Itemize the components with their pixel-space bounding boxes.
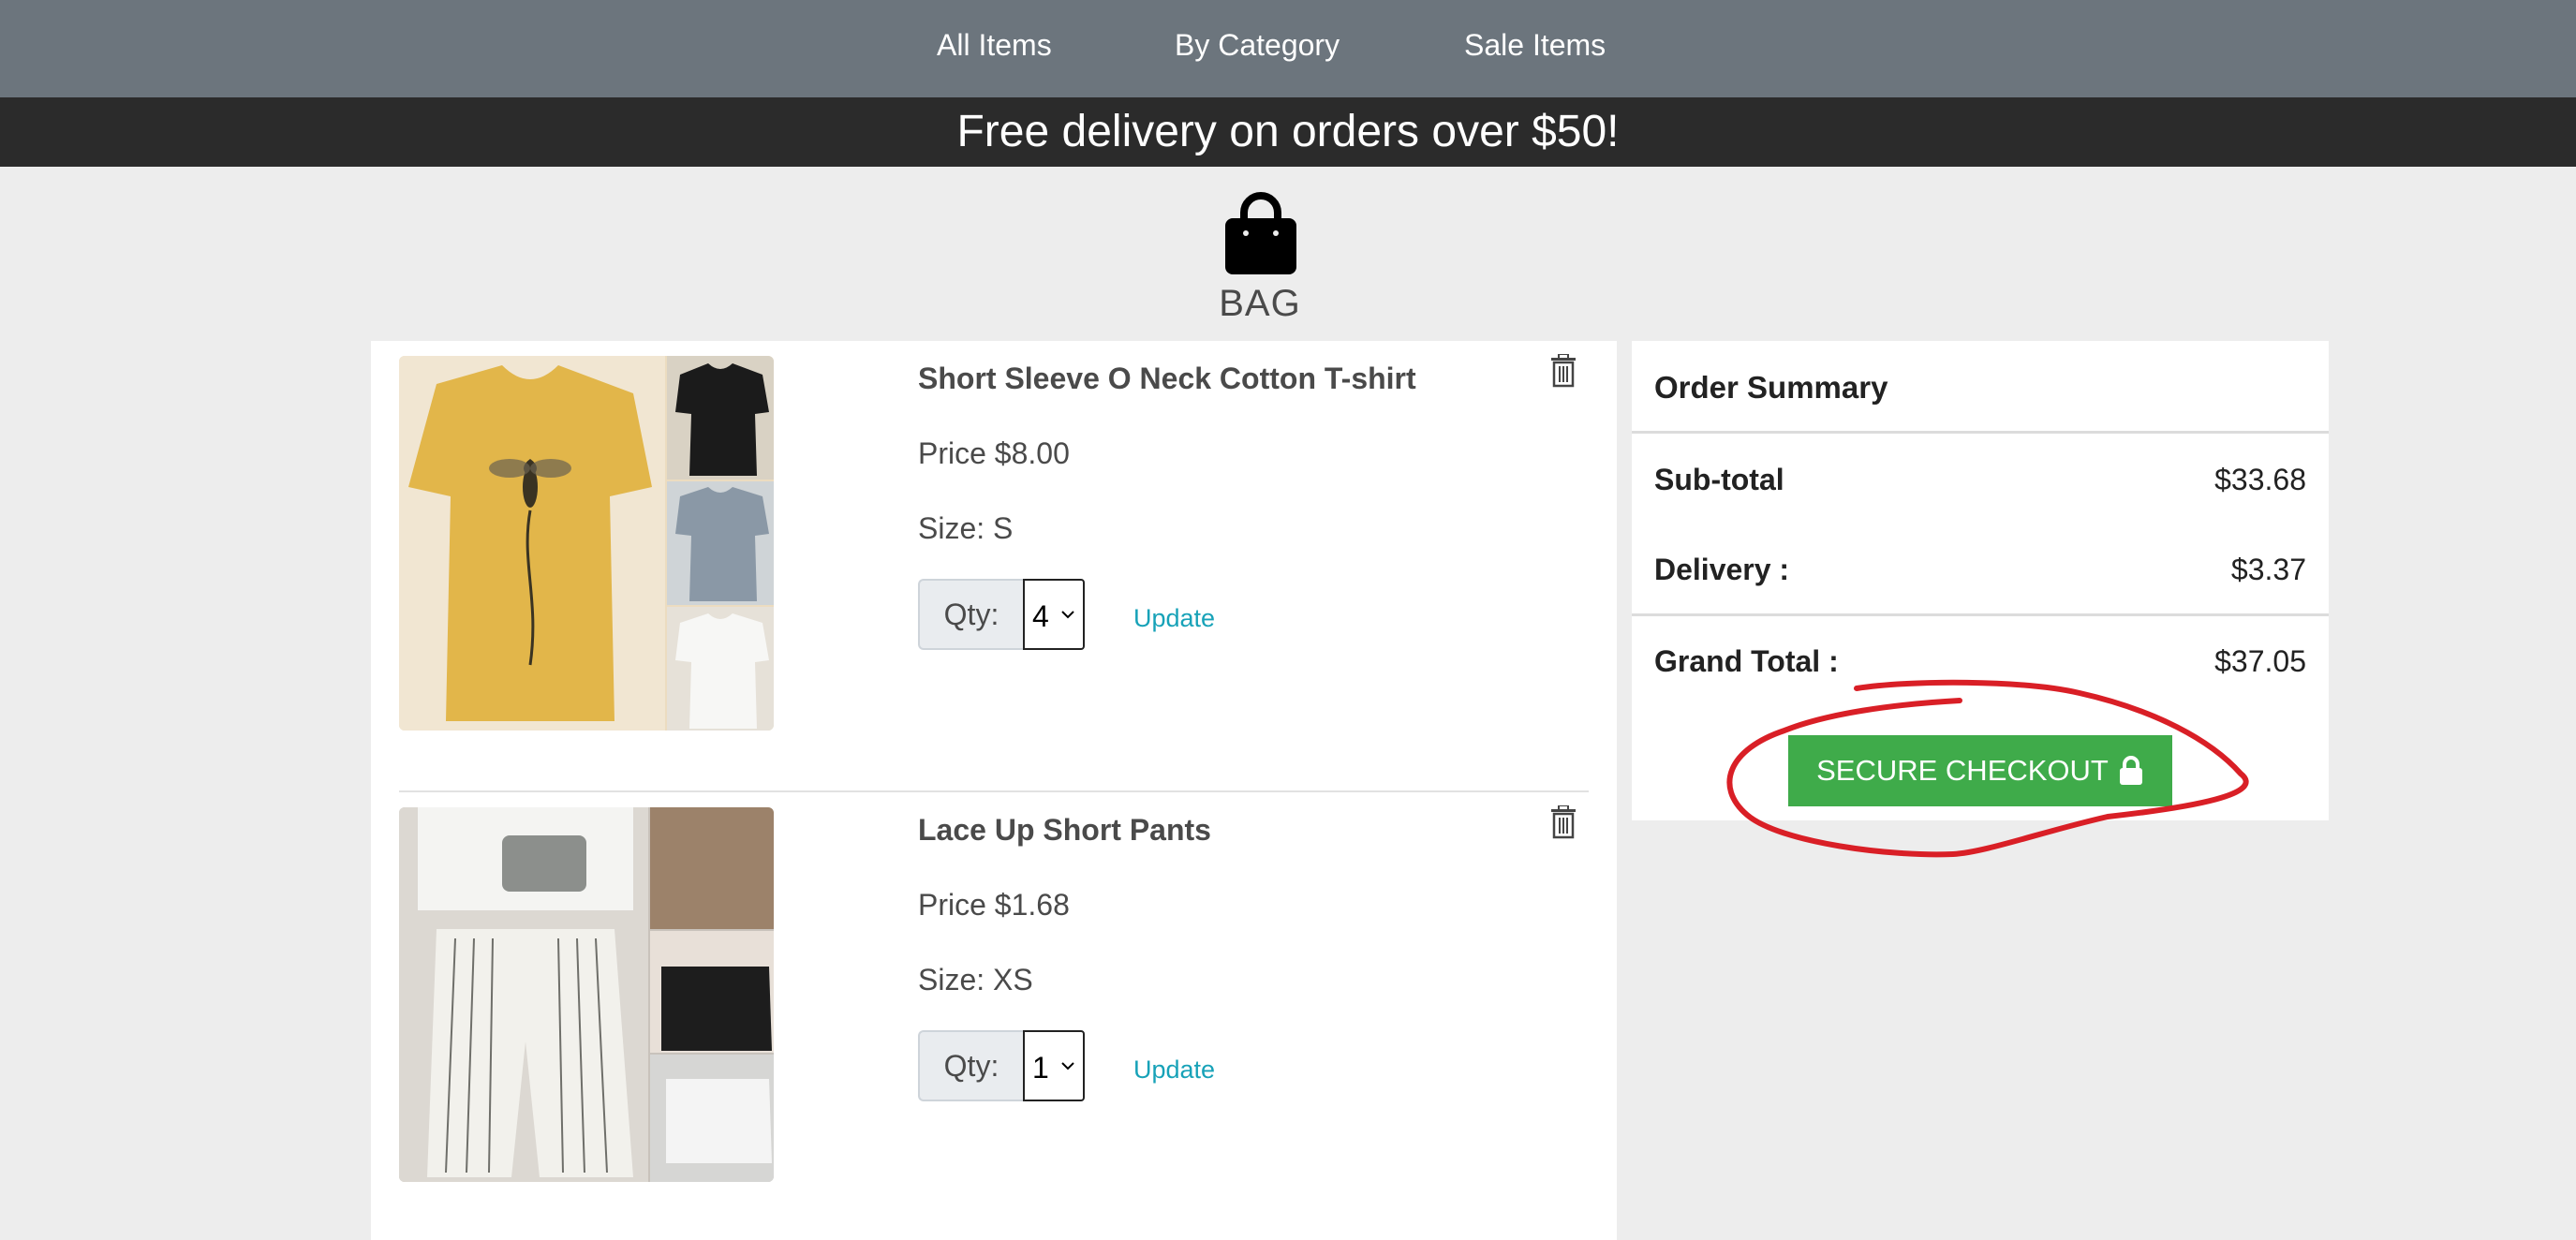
shopping-bag-icon [1225,192,1296,274]
product-name[interactable]: Lace Up Short Pants [918,811,1211,849]
chevron-down-icon [1061,1062,1074,1070]
cart-item: Lace Up Short Pants Price $1.68 Size: XS… [399,792,1589,1240]
product-price: Price $1.68 [918,888,1070,922]
product-size: Size: S [918,511,1014,545]
top-navigation: All Items By Category Sale Items [0,0,2576,97]
delivery-label: Delivery : [1654,553,1790,586]
lock-icon [2119,756,2142,785]
product-size: Size: XS [918,963,1033,996]
qty-value: 1 [1032,1051,1049,1085]
trash-icon[interactable] [1549,354,1577,388]
cart-panel: Short Sleeve O Neck Cotton T-shirt Price… [371,341,1617,1240]
product-name[interactable]: Short Sleeve O Neck Cotton T-shirt [918,360,1416,397]
product-price: Price $8.00 [918,436,1070,470]
qty-label: Qty: [918,1030,1023,1101]
nav-by-category[interactable]: By Category [1175,26,1340,64]
chevron-down-icon [1061,611,1074,619]
summary-divider [1632,613,2329,616]
secure-checkout-button[interactable]: SECURE CHECKOUT [1788,735,2172,806]
update-link[interactable]: Update [1133,603,1215,633]
subtotal-label: Sub-total [1654,463,1784,496]
qty-select[interactable]: 4 [1023,579,1085,650]
subtotal-value: $33.68 [2214,463,2306,496]
qty-value: 4 [1032,599,1049,633]
product-image[interactable] [399,807,774,1182]
checkout-label: SECURE CHECKOUT [1816,754,2109,787]
cart-item: Short Sleeve O Neck Cotton T-shirt Price… [399,341,1589,792]
trash-icon[interactable] [1549,805,1577,839]
quantity-group: Qty: 4 [918,579,1085,650]
nav-sale-items[interactable]: Sale Items [1464,26,1606,64]
delivery-value: $3.37 [2230,553,2306,586]
grand-total-value: $37.05 [2214,644,2306,678]
promo-banner: Free delivery on orders over $50! [0,97,2576,167]
grand-total-label: Grand Total : [1654,644,1839,678]
product-image[interactable] [399,356,774,731]
summary-divider [1632,431,2329,434]
qty-select[interactable]: 1 [1023,1030,1085,1101]
bag-title: BAG [1219,283,1301,324]
order-summary-title: Order Summary [1654,370,1888,405]
nav-all-items[interactable]: All Items [937,26,1052,64]
quantity-group: Qty: 1 [918,1030,1085,1101]
update-link[interactable]: Update [1133,1055,1215,1085]
qty-label: Qty: [918,579,1023,650]
